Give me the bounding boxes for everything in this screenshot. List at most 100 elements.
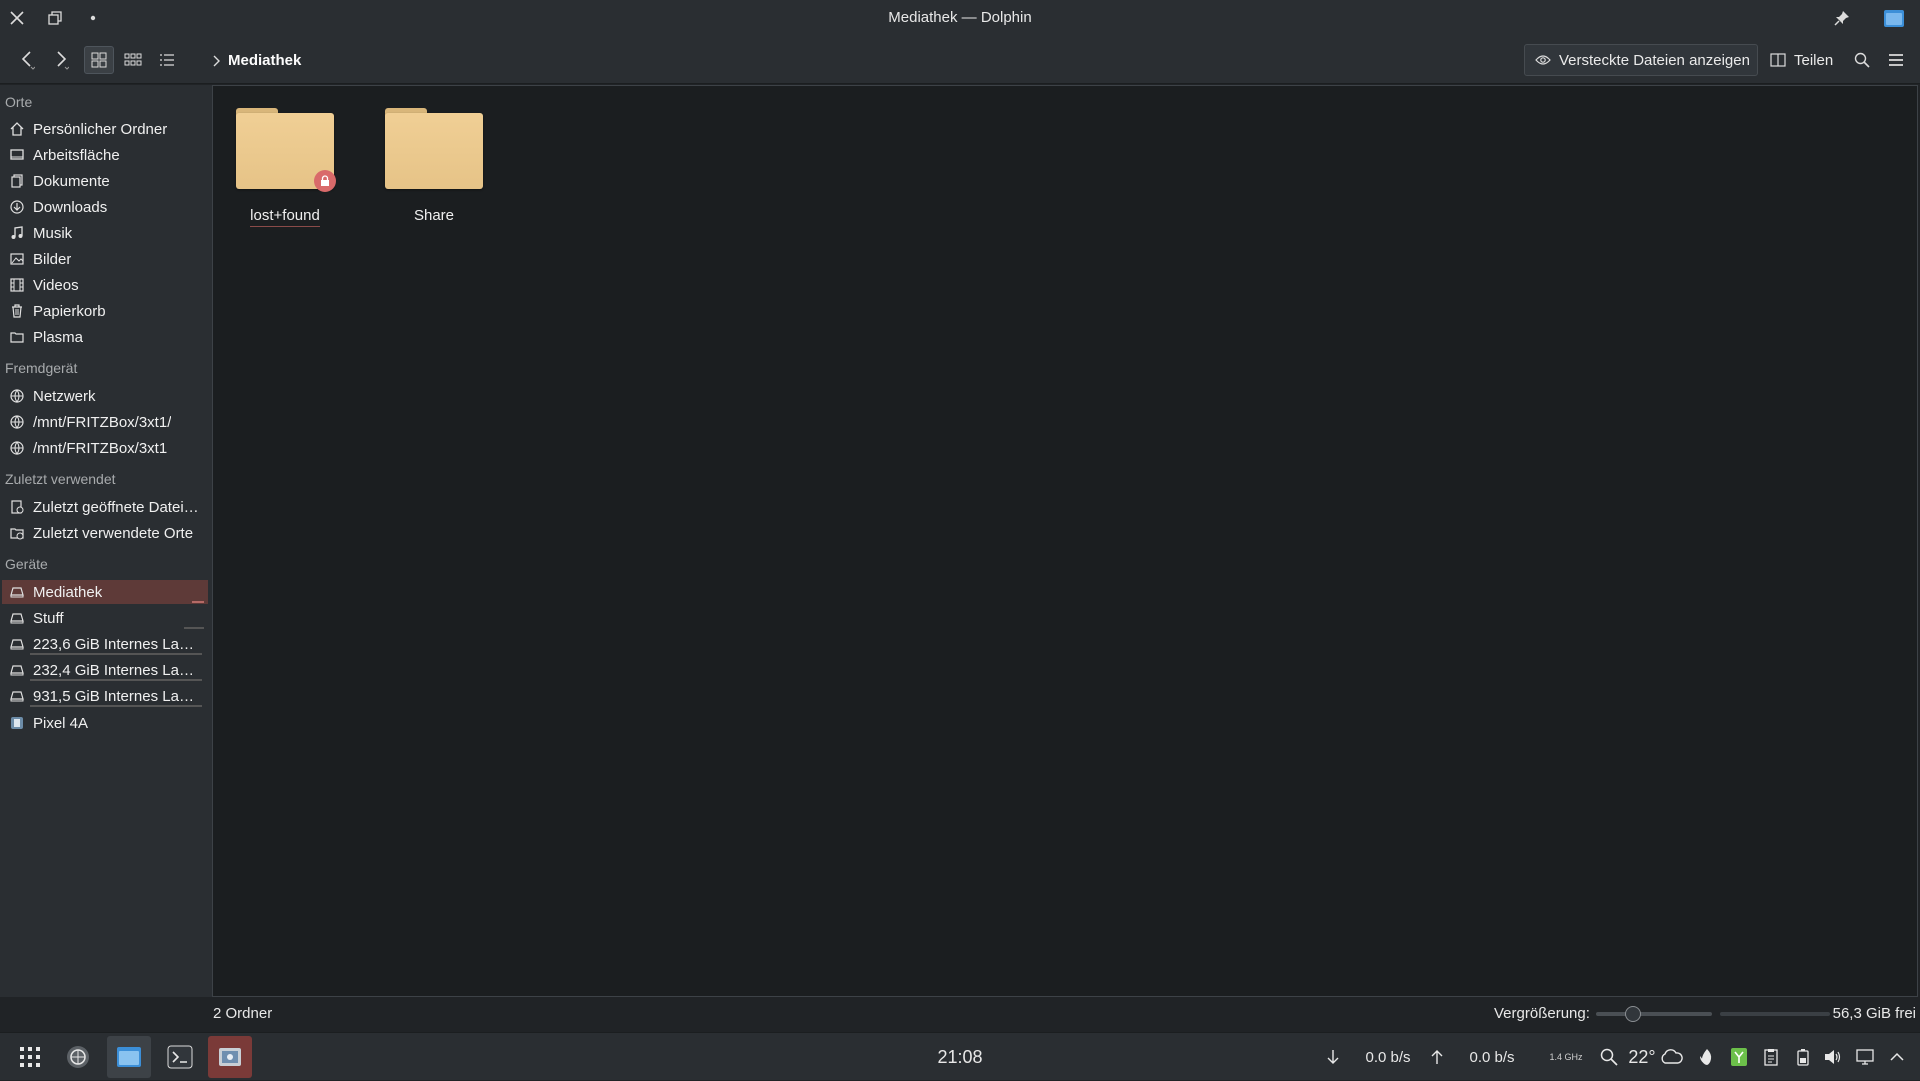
dolphin-app-icon [1882, 6, 1906, 30]
terminal-icon[interactable] [158, 1036, 202, 1078]
sidebar-item-label: Mediathek [33, 583, 103, 601]
zoom-slider-handle[interactable] [1625, 1006, 1641, 1022]
section-title-remote: Fremdgerät [5, 360, 78, 376]
folder-icon [385, 108, 483, 190]
temperature[interactable]: 22° [1626, 1033, 1658, 1081]
expand-tray-icon[interactable] [1886, 1033, 1908, 1081]
sidebar-item-plasma[interactable]: Plasma [2, 325, 208, 349]
drive-icon [9, 584, 25, 600]
screenshot-icon[interactable] [208, 1036, 252, 1078]
sidebar-item-label: 223,6 GiB Internes Laufwerk [33, 635, 199, 653]
pictures-icon [9, 251, 25, 267]
flame-icon[interactable] [1696, 1033, 1718, 1081]
show-hidden-files-label: Versteckte Dateien anzeigen [1559, 51, 1750, 69]
sidebar-item-label: Bilder [33, 250, 72, 268]
window-title: Mediathek — Dolphin [888, 9, 1032, 26]
home-icon [9, 121, 25, 137]
download-speed: 0.0 b/s [1365, 1048, 1411, 1066]
network-icon [9, 388, 25, 404]
sidebar-item-videos[interactable]: Videos [2, 273, 208, 297]
downloads-icon [9, 199, 25, 215]
details-view-icon[interactable] [152, 46, 182, 74]
pin-icon[interactable] [1830, 6, 1854, 30]
sidebar-item-stuff[interactable]: Stuff [2, 606, 208, 630]
sidebar-item-mediathek[interactable]: Mediathek [2, 580, 208, 604]
sidebar-item-recent-files[interactable]: Zuletzt geöffnete Dateien [2, 495, 208, 519]
sidebar-item-trash[interactable]: Papierkorb [2, 299, 208, 323]
breadcrumb-current[interactable]: Mediathek [228, 52, 301, 69]
icons-view-icon[interactable] [84, 46, 114, 74]
file-item[interactable]: Share [379, 108, 489, 224]
desktop-icon [9, 147, 25, 163]
documents-icon [9, 173, 25, 189]
capacity-bar [30, 705, 202, 707]
hamburger-menu-icon[interactable] [1882, 46, 1910, 74]
file-name: Share [413, 207, 455, 224]
arrow-down-icon [1324, 1033, 1342, 1081]
section-title-devices: Geräte [5, 556, 48, 572]
sidebar-item-downloads[interactable]: Downloads [2, 195, 208, 219]
keepassxc-icon[interactable] [1728, 1033, 1750, 1081]
free-space: 56,3 GiB frei [1832, 1005, 1916, 1022]
recent-files-icon [9, 499, 25, 515]
sidebar-item-home[interactable]: Persönlicher Ordner [2, 117, 208, 141]
sidebar-item-label: Videos [33, 276, 79, 294]
battery-icon[interactable] [1792, 1033, 1814, 1081]
zoom-slider[interactable] [1596, 1006, 1712, 1022]
sidebar-item-recent-places[interactable]: Zuletzt verwendete Orte [2, 521, 208, 545]
sidebar-item-desktop[interactable]: Arbeitsfläche [2, 143, 208, 167]
places-sidebar: Orte Persönlicher Ordner Arbeitsfläche D… [0, 85, 212, 997]
music-icon [9, 225, 25, 241]
folder-icon [9, 329, 25, 345]
arrow-up-icon [1428, 1033, 1446, 1081]
upload-speed: 0.0 b/s [1469, 1048, 1515, 1066]
forward-arrow-icon[interactable] [46, 46, 76, 74]
file-item[interactable]: lost+found [230, 108, 340, 227]
sidebar-item-pictures[interactable]: Bilder [2, 247, 208, 271]
sidebar-item-label: Zuletzt verwendete Orte [33, 524, 194, 542]
sidebar-item-pixel-4a[interactable]: Pixel 4A [2, 711, 208, 735]
sidebar-item-label: Persönlicher Ordner [33, 120, 168, 138]
capacity-bar [184, 627, 204, 629]
capacity-bar [30, 653, 202, 655]
sidebar-item-network[interactable]: Netzwerk [2, 384, 208, 408]
dolphin-task-icon[interactable] [107, 1036, 151, 1078]
split-view-button[interactable]: Teilen [1770, 44, 1833, 76]
show-hidden-files-button[interactable]: Versteckte Dateien anzeigen [1524, 44, 1758, 76]
display-icon[interactable] [1854, 1033, 1876, 1081]
app-launcher-icon[interactable] [14, 1033, 46, 1081]
file-name: lost+found [250, 207, 320, 227]
volume-icon[interactable] [1822, 1033, 1844, 1081]
capacity-bar [192, 601, 204, 603]
split-view-label: Teilen [1794, 51, 1834, 69]
split-view-icon [1770, 53, 1786, 67]
trash-icon [9, 303, 25, 319]
sidebar-item-documents[interactable]: Dokumente [2, 169, 208, 193]
compact-view-icon[interactable] [118, 46, 148, 74]
cpu-frequency[interactable]: 1.4 GHz [1548, 1033, 1584, 1081]
sidebar-item-fritzbox-1[interactable]: /mnt/FRITZBox/3xt1/ [2, 410, 208, 434]
chevron-right-icon [213, 55, 220, 66]
sidebar-item-label: Plasma [33, 328, 84, 346]
breadcrumb[interactable]: Mediathek [212, 52, 301, 69]
clock[interactable]: 21:08 [920, 1033, 1000, 1081]
free-space-bar [1720, 1012, 1830, 1016]
videos-icon [9, 277, 25, 293]
sidebar-item-label: 931,5 GiB Internes Laufwerk [33, 687, 199, 705]
lock-icon [314, 170, 336, 192]
file-view[interactable]: lost+found Share [212, 85, 1918, 997]
section-title-places: Orte [5, 94, 33, 110]
clipboard-icon[interactable] [1760, 1033, 1782, 1081]
back-arrow-icon[interactable] [12, 46, 42, 74]
sidebar-item-label: /mnt/FRITZBox/3xt1/ [33, 413, 172, 431]
search-icon[interactable] [1848, 46, 1876, 74]
zoom-label: Vergrößerung: [1494, 1005, 1590, 1022]
sidebar-item-music[interactable]: Musik [2, 221, 208, 245]
sidebar-item-label: Pixel 4A [33, 714, 89, 732]
weather-icon[interactable] [1658, 1033, 1684, 1081]
sidebar-item-label: Downloads [33, 198, 108, 216]
sidebar-item-fritzbox-2[interactable]: /mnt/FRITZBox/3xt1 [2, 436, 208, 460]
folder-icon [236, 108, 336, 192]
network-settings-icon[interactable] [56, 1036, 100, 1078]
search-icon[interactable] [1598, 1033, 1620, 1081]
